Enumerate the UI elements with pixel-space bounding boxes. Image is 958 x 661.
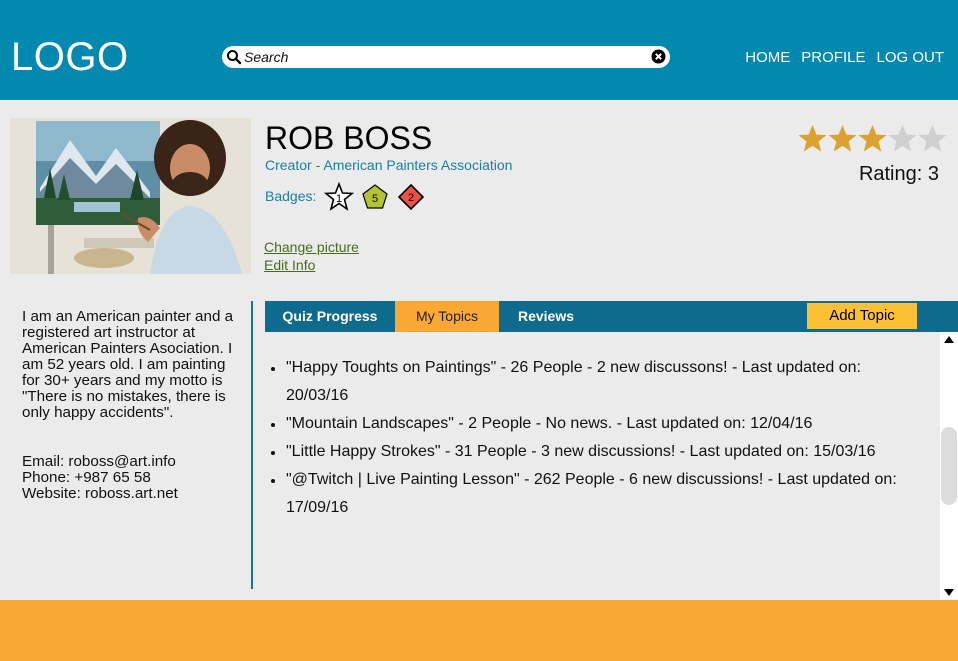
change-picture-link[interactable]: Change picture — [264, 239, 359, 255]
star-empty-icon — [918, 124, 947, 152]
nav-logout-link[interactable]: LOG OUT — [876, 49, 944, 66]
topic-item[interactable]: "Mountain Landscapes" - 2 People - No ne… — [285, 410, 915, 438]
star-badge-icon[interactable]: 1 — [324, 182, 354, 212]
profile-photo — [10, 118, 251, 274]
topic-item[interactable]: "Happy Toughts on Paintings" - 26 People… — [285, 354, 915, 410]
tab-my-topics[interactable]: My Topics — [395, 301, 499, 332]
scroll-up-arrow-icon[interactable] — [944, 336, 954, 343]
edit-info-link[interactable]: Edit Info — [264, 257, 315, 273]
star-badge-value: 1 — [336, 193, 342, 205]
topics-scrollbar[interactable] — [940, 332, 958, 600]
search-input[interactable] — [244, 48, 644, 66]
badges-label: Badges: — [265, 188, 317, 204]
bio-text: I am an American painter and a registere… — [22, 308, 234, 421]
topic-item[interactable]: "@Twitch | Live Painting Lesson" - 262 P… — [285, 466, 915, 522]
section-divider — [251, 301, 253, 589]
nav-home-link[interactable]: HOME — [745, 49, 790, 66]
profile-photo-illustration — [10, 118, 251, 274]
pentagon-badge-icon[interactable]: 5 — [360, 182, 390, 212]
contact-email: Email: roboss@art.info — [22, 453, 176, 470]
diamond-badge-value: 2 — [408, 192, 414, 204]
search-bar[interactable] — [222, 46, 670, 68]
contact-info: Email: roboss@art.info Phone: +987 65 58… — [22, 454, 178, 502]
add-topic-button[interactable]: Add Topic — [807, 303, 917, 329]
topics-panel: "Happy Toughts on Paintings" - 26 People… — [265, 332, 940, 589]
star-filled-icon — [828, 124, 857, 152]
logo[interactable]: LOGO — [11, 35, 129, 79]
clear-search-icon[interactable] — [651, 49, 666, 64]
star-filled-icon — [858, 124, 887, 152]
diamond-badge-icon[interactable]: 2 — [396, 182, 426, 212]
star-filled-icon — [798, 124, 827, 152]
topic-item[interactable]: "Little Happy Strokes" - 31 People - 3 n… — [285, 438, 915, 466]
scroll-thumb[interactable] — [941, 427, 957, 505]
profile-name: ROB BOSS — [265, 120, 433, 156]
main-nav: HOME PROFILE LOG OUT — [745, 49, 944, 66]
profile-role: Creator - American Painters Association — [265, 157, 513, 173]
contact-website: Website: roboss.art.net — [22, 485, 178, 502]
rating-stars — [798, 124, 947, 153]
footer-bar — [0, 600, 958, 661]
search-icon — [227, 50, 242, 65]
topics-list: "Happy Toughts on Paintings" - 26 People… — [285, 354, 915, 522]
contact-phone: Phone: +987 65 58 — [22, 469, 151, 486]
pentagon-badge-value: 5 — [372, 193, 378, 205]
star-empty-icon — [888, 124, 917, 152]
header-bar: LOGO HOME PROFILE LOG OUT — [0, 0, 958, 100]
tab-quiz-progress[interactable]: Quiz Progress — [265, 301, 395, 332]
tab-reviews[interactable]: Reviews — [499, 301, 593, 332]
nav-profile-link[interactable]: PROFILE — [801, 49, 865, 66]
scroll-down-arrow-icon[interactable] — [944, 589, 954, 596]
rating-label: Rating: 3 — [858, 163, 939, 185]
